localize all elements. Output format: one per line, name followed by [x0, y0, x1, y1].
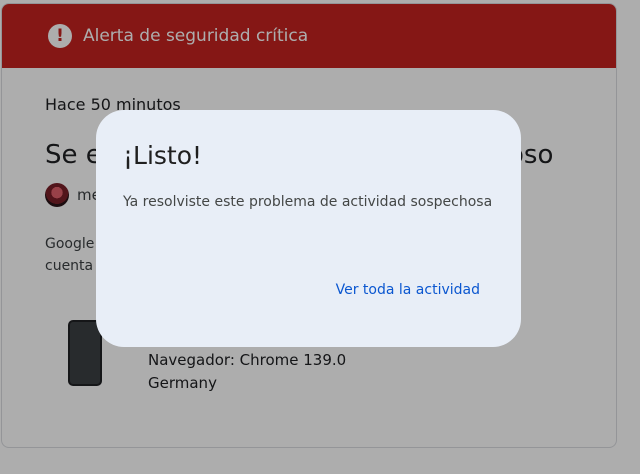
page: ! Alerta de seguridad crítica Hace 50 mi… — [0, 0, 640, 474]
dialog-title: ¡Listo! — [123, 141, 203, 170]
dialog-body: Ya resolviste este problema de actividad… — [123, 194, 493, 210]
resolved-dialog: ¡Listo! Ya resolviste este problema de a… — [96, 110, 521, 347]
view-all-activity-button[interactable]: Ver toda la actividad — [336, 282, 480, 298]
